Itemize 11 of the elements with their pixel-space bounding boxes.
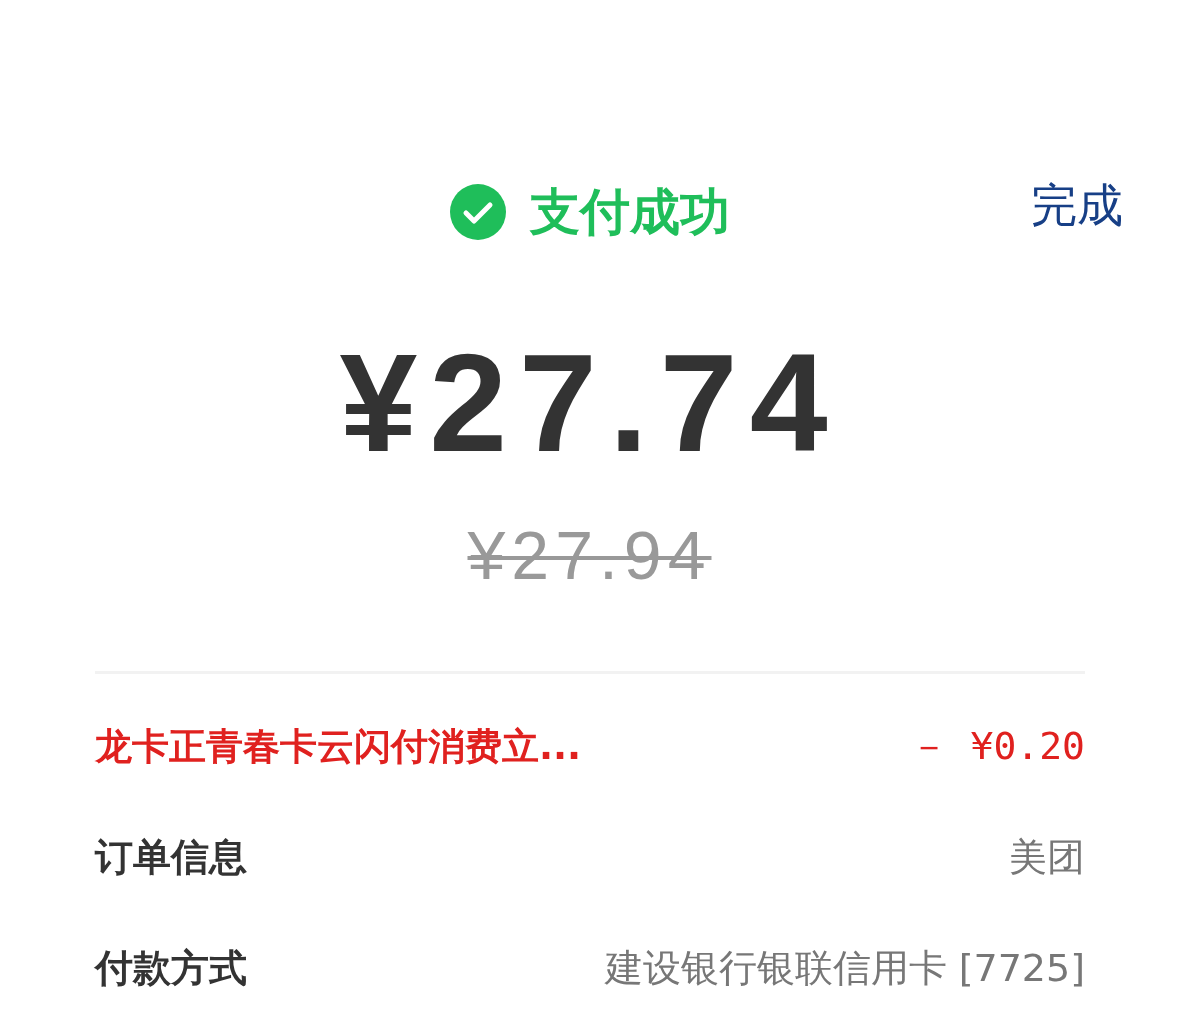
check-circle-icon (449, 183, 506, 240)
info-label: 订单信息 (95, 834, 247, 881)
payment-amount: ¥27.74 (339, 333, 840, 473)
info-value: 建设银行银联信用卡 [7725] (604, 945, 1085, 992)
original-amount: ¥27.94 (467, 521, 712, 589)
done-button[interactable]: 完成 (1031, 182, 1123, 228)
discount-label: 龙卡正青春卡云闪付消费立... (95, 723, 582, 770)
info-value: 美团 (1009, 834, 1085, 881)
info-label: 付款方式 (95, 945, 247, 992)
discount-value: － ¥0.20 (909, 723, 1085, 770)
status-title: 支付成功 (529, 186, 730, 237)
